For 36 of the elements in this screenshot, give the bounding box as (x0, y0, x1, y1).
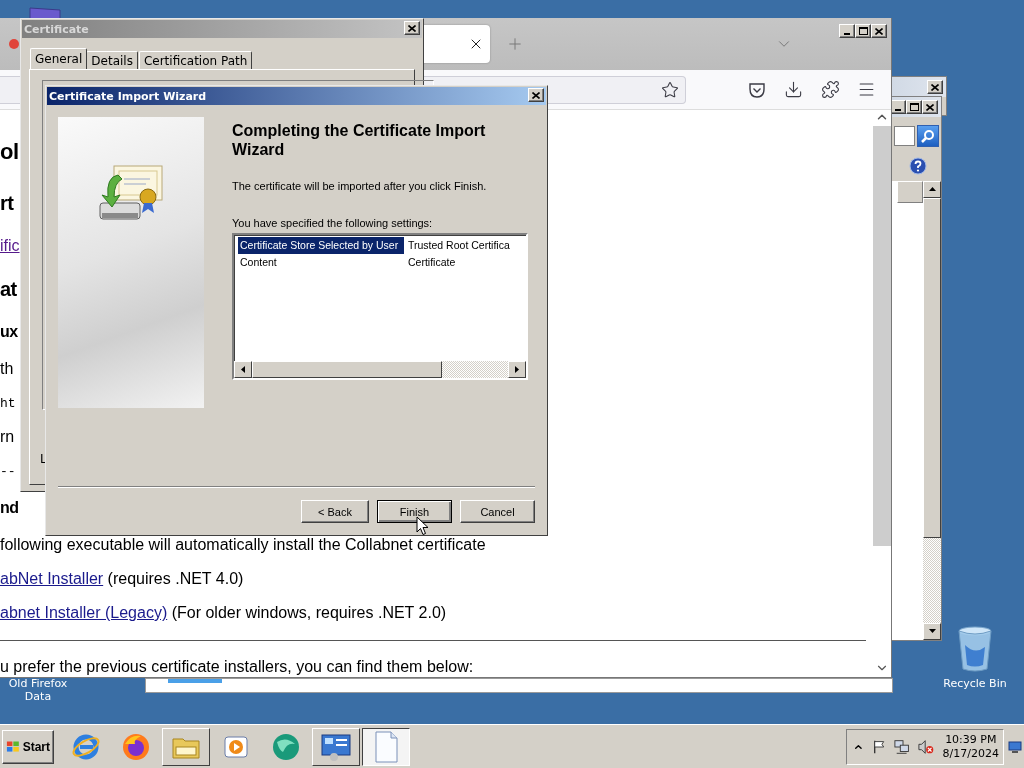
paragraph: th (0, 360, 14, 378)
window-title: Certificate (24, 22, 89, 36)
setting-value: Certificate (407, 255, 456, 270)
start-button[interactable]: Start (2, 729, 54, 764)
heading: ux (0, 323, 18, 341)
heading: at (0, 277, 17, 301)
setting-name[interactable]: Content (238, 254, 404, 271)
dialog-tab[interactable]: General (30, 48, 88, 69)
dialog-tab[interactable]: Details (86, 51, 138, 69)
code-text: ht (0, 395, 16, 411)
clock-time[interactable]: 10:39 PM (945, 732, 997, 747)
paragraph: following executable will automatically install the Collabnet certificate (0, 536, 486, 554)
code-text: -- (0, 463, 16, 479)
heading: nd (0, 499, 19, 517)
dialog-button[interactable]: < Back (301, 500, 369, 523)
window-title: Certificate Import Wizard (49, 89, 207, 103)
settings-label: You have specified the following settings: (232, 216, 434, 230)
page-link[interactable]: ific (0, 237, 20, 255)
clock-date[interactable]: 8/17/2024 (942, 746, 999, 761)
dialog-tab[interactable]: Certification Path (138, 51, 253, 69)
installer-line: abnet Installer (Legacy) (For older windows, requires .NET 2.0) (0, 604, 447, 622)
desktop-icon-label[interactable]: Recycle Bin (933, 677, 1017, 690)
dialog-button[interactable]: Cancel (460, 500, 535, 523)
setting-value: Trusted Root Certifica (407, 238, 510, 253)
heading: rt (0, 191, 14, 215)
wizard-message: The certificate will be imported after you click Finish. (232, 179, 488, 193)
installer-link[interactable]: abNet Installer (0, 570, 104, 587)
dialog-button[interactable]: Finish (377, 500, 452, 523)
heading: ol (0, 139, 19, 165)
paragraph: u prefer the previous certificate installers, you can find them below: (0, 658, 474, 676)
installer-link[interactable]: abnet Installer (Legacy) (0, 604, 168, 621)
desktop-icon-label[interactable]: Old Firefox Data (3, 677, 73, 703)
wizard-heading: Completing the Certificate Import Wizard (232, 121, 487, 159)
setting-name[interactable]: Certificate Store Selected by User (238, 237, 404, 254)
paragraph: rn (0, 428, 15, 446)
installer-line: abNet Installer (requires .NET 4.0) (0, 570, 244, 588)
